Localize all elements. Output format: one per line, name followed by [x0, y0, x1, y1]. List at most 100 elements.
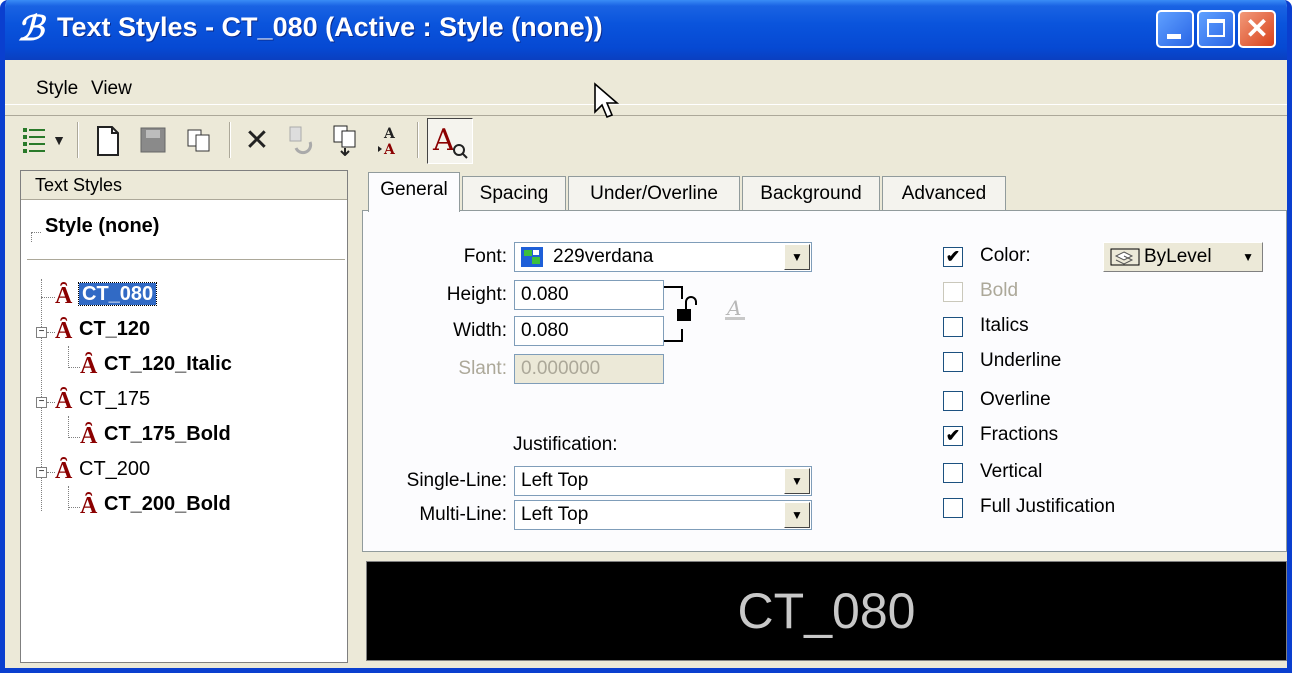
text-style-icon: Ȃ — [55, 283, 73, 309]
full-justification-checkbox[interactable] — [943, 498, 963, 518]
font-type-icon — [521, 247, 543, 267]
chevron-down-icon[interactable]: ▼ — [784, 468, 810, 494]
color-label: Color: — [980, 245, 1031, 266]
tree-item-label: CT_200 — [79, 458, 151, 480]
single-line-value: Left Top — [521, 470, 589, 491]
color-select[interactable]: ByLevel ▼ — [1103, 242, 1263, 272]
new-document-icon — [97, 126, 119, 156]
fractions-checkbox[interactable]: ✔ — [943, 426, 963, 446]
export-styles-button[interactable]: AA — [371, 120, 407, 160]
text-styles-tree-pane: Text Styles Style (none) Ȃ CT_080 − Ȃ CT_1… — [20, 170, 348, 663]
italics-checkbox[interactable] — [943, 317, 963, 337]
vertical-checkbox[interactable] — [943, 463, 963, 483]
view-mode-dropdown[interactable]: ▼ — [49, 120, 69, 160]
full-justification-label: Full Justification — [980, 496, 1116, 517]
height-input[interactable]: 0.080 — [514, 280, 664, 310]
text-style-icon: Ȃ — [55, 318, 73, 344]
single-line-select[interactable]: Left Top ▼ — [514, 466, 812, 496]
import-icon — [333, 125, 356, 156]
title-bar[interactable]: ℬ Text Styles - CT_080 (Active : Style (… — [5, 0, 1287, 60]
chevron-down-icon: ▼ — [52, 132, 66, 148]
bold-label: Bold — [980, 280, 1019, 301]
overline-label: Overline — [980, 389, 1051, 410]
tree-header: Text Styles — [21, 171, 347, 200]
view-mode-button[interactable] — [17, 120, 53, 160]
fractions-label: Fractions — [980, 424, 1059, 445]
close-button[interactable]: ✕ — [1238, 10, 1276, 48]
text-style-icon: Ȃ — [80, 423, 98, 449]
tree-item-ct-175[interactable]: Ȃ CT_175 — [55, 388, 150, 415]
maximize-button[interactable] — [1197, 10, 1235, 48]
tab-advanced[interactable]: Advanced — [882, 176, 1006, 210]
tree-item-label: Style (none) — [45, 215, 160, 237]
color-value: ByLevel — [1144, 246, 1212, 267]
copy-icon — [187, 129, 210, 152]
chevron-down-icon[interactable]: ▼ — [784, 244, 810, 270]
italics-label: Italics — [980, 315, 1029, 336]
tree-connector — [47, 402, 55, 403]
copy-style-button[interactable] — [181, 120, 217, 160]
tree-item-label: CT_080 — [77, 282, 158, 306]
chevron-down-icon[interactable]: ▼ — [784, 502, 810, 528]
vertical-label: Vertical — [980, 461, 1043, 482]
update-from-library-button[interactable] — [283, 120, 319, 160]
text-style-icon: Ȃ — [80, 493, 98, 519]
save-style-button[interactable] — [135, 120, 171, 160]
tree-item-ct-120-italic[interactable]: Ȃ CT_120_Italic — [80, 353, 232, 380]
toolbar-separator — [417, 122, 419, 158]
collapse-toggle[interactable]: − — [36, 397, 47, 408]
svg-text:A: A — [383, 142, 396, 156]
overline-checkbox[interactable] — [943, 391, 963, 411]
width-input[interactable]: 0.080 — [514, 316, 664, 346]
close-icon: ✕ — [1245, 13, 1269, 44]
microstation-app-icon: ℬ — [17, 10, 47, 46]
tab-background[interactable]: Background — [742, 176, 880, 210]
style-properties-tabs: General Spacing Under/Overline Backgroun… — [362, 170, 1287, 552]
tab-under-overline[interactable]: Under/Overline — [568, 176, 740, 210]
tree-item-label: CT_200_Bold — [104, 493, 231, 515]
multi-line-select[interactable]: Left Top ▼ — [514, 500, 812, 530]
preview-text-button[interactable]: A — [427, 118, 473, 164]
color-checkbox[interactable]: ✔ — [943, 247, 963, 267]
collapse-toggle[interactable]: − — [36, 327, 47, 338]
underline-checkbox[interactable] — [943, 352, 963, 372]
export-icon: AA — [378, 126, 396, 156]
text-style-icon: Ȃ — [55, 388, 73, 414]
text-style-icon: Ȃ — [80, 353, 98, 379]
font-value: 229verdana — [553, 246, 654, 267]
menu-view[interactable]: View — [91, 78, 132, 100]
tree-connector — [31, 232, 32, 242]
new-style-button[interactable] — [89, 120, 125, 160]
tree-item-ct-120[interactable]: Ȃ CT_120 — [55, 318, 150, 345]
collapse-toggle[interactable]: − — [36, 467, 47, 478]
delete-style-button[interactable]: ✕ — [239, 120, 275, 160]
import-styles-button[interactable] — [327, 120, 363, 160]
tree-item-ct-200-bold[interactable]: Ȃ CT_200_Bold — [80, 493, 231, 520]
tab-spacing[interactable]: Spacing — [462, 176, 566, 210]
toolbar-separator — [229, 122, 231, 158]
slant-input[interactable]: 0.000000 — [514, 354, 664, 384]
menu-bar: Style View — [5, 60, 1287, 116]
text-size-icon[interactable]: A — [723, 295, 749, 323]
aspect-lock-icon[interactable] — [664, 285, 704, 345]
font-label: Font: — [463, 246, 507, 267]
svg-text:A: A — [432, 123, 455, 158]
tree-divider — [27, 259, 345, 260]
font-select[interactable]: 229verdana ▼ — [514, 242, 812, 272]
minimize-button[interactable] — [1156, 10, 1194, 48]
tree-item-ct-175-bold[interactable]: Ȃ CT_175_Bold — [80, 423, 231, 450]
tree-item-style-none[interactable]: Style (none) — [45, 215, 159, 238]
window-title: Text Styles - CT_080 (Active : Style (no… — [57, 12, 603, 42]
menu-style[interactable]: Style — [36, 78, 78, 100]
text-style-icon: Ȃ — [55, 458, 73, 484]
mouse-cursor-icon — [594, 82, 620, 119]
tree-item-ct-200[interactable]: Ȃ CT_200 — [55, 458, 150, 485]
bold-checkbox[interactable] — [943, 282, 963, 302]
multi-line-value: Left Top — [521, 504, 589, 525]
svg-text:A: A — [383, 126, 396, 142]
tree-item-ct-080[interactable]: Ȃ CT_080 — [55, 282, 158, 310]
text-style-preview: CT_080 — [366, 561, 1287, 661]
tab-general[interactable]: General — [368, 172, 460, 212]
tree-connector — [68, 416, 69, 436]
bylevel-color-icon — [1110, 248, 1140, 266]
